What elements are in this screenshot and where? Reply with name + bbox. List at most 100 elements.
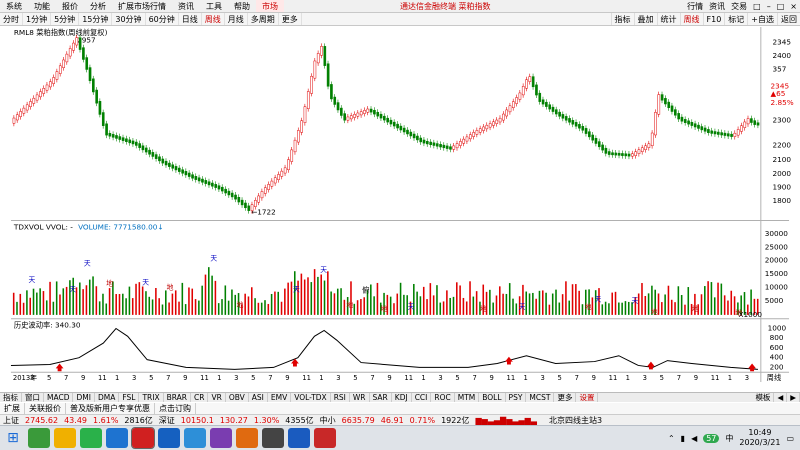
paint-app-icon[interactable] <box>184 428 206 448</box>
menu-item-help[interactable]: 帮助 <box>228 0 256 12</box>
period-1min[interactable]: 1分钟 <box>23 13 52 25</box>
volume-bar <box>403 294 405 315</box>
period-more[interactable]: 更多 <box>279 13 302 25</box>
indicator-button[interactable]: 指标 <box>610 13 634 25</box>
server-name[interactable]: 北京四线主站3 <box>546 415 605 425</box>
extend-tab[interactable]: 扩展 <box>0 403 25 414</box>
explorer-icon[interactable] <box>54 428 76 448</box>
ime-icon[interactable]: 中 <box>725 433 733 444</box>
candle-body <box>287 159 290 171</box>
trade-tab-button[interactable]: 交易 <box>728 0 750 12</box>
app-icon[interactable] <box>106 428 128 448</box>
indicator-tab[interactable]: MACD <box>44 393 74 402</box>
chart-app-icon[interactable] <box>158 428 180 448</box>
indicator-tab[interactable]: EMV <box>268 393 292 402</box>
candle-body <box>551 106 555 112</box>
sh-index-name[interactable]: 上证 <box>0 415 22 425</box>
period-weekly[interactable]: 周线 <box>202 13 225 25</box>
period-daily[interactable]: 日线 <box>179 13 202 25</box>
period-intraday[interactable]: 分时 <box>0 13 23 25</box>
indicator-tab[interactable]: DMI <box>73 393 95 402</box>
indicator-tab[interactable]: BOLL <box>479 393 506 402</box>
indicator-tab[interactable]: TRIX <box>139 393 164 402</box>
menu-item-tools[interactable]: 工具 <box>200 0 228 12</box>
indicator-tab[interactable]: 更多 <box>554 393 577 402</box>
quote-tab-button[interactable]: 行情 <box>684 0 706 12</box>
wechat-icon[interactable] <box>80 428 102 448</box>
red-app-icon[interactable] <box>314 428 336 448</box>
period-monthly[interactable]: 月线 <box>225 13 248 25</box>
indicator-tab[interactable]: FSL <box>119 393 140 402</box>
indicator-tab[interactable]: CR <box>191 393 209 402</box>
menu-item-function[interactable]: 功能 <box>28 0 56 12</box>
subscribe-link[interactable]: 点击订购 <box>155 403 196 414</box>
notification-icon[interactable]: ▭ <box>786 434 794 443</box>
indicator-tab[interactable]: VR <box>208 393 226 402</box>
blue-app-icon[interactable] <box>288 428 310 448</box>
stock-app-icon[interactable] <box>131 427 155 449</box>
mark-button[interactable]: 标记 <box>724 13 747 25</box>
menu-item-market[interactable]: 市场 <box>256 0 284 12</box>
volume-icon[interactable]: ◀ <box>691 434 697 443</box>
indicator-tab[interactable]: CCI <box>412 393 432 402</box>
maximize-icon[interactable]: □ <box>774 0 788 12</box>
related-quote-tab[interactable]: 关联报价 <box>25 403 66 414</box>
add-watchlist-button[interactable]: +自选 <box>747 13 777 25</box>
restore-icon[interactable]: □ <box>750 0 764 12</box>
chart-area[interactable]: RML8 菜粕指数(周线前复权) 2957 ←1722 2345 2400 35… <box>0 27 800 382</box>
zx-index-name[interactable]: 中小 <box>317 415 339 425</box>
notification-badge[interactable]: 57 <box>703 433 720 443</box>
sz-index-name[interactable]: 深证 <box>156 415 178 425</box>
indicator-tab[interactable]: WR <box>350 393 370 402</box>
news-tab-button[interactable]: 资讯 <box>706 0 728 12</box>
indicator-tab[interactable]: 设置 <box>576 393 599 402</box>
indicator-tab[interactable]: BRAR <box>164 393 192 402</box>
terminal-app-icon[interactable] <box>262 428 284 448</box>
network-icon[interactable]: ▮ <box>681 434 685 443</box>
indicator-tab[interactable]: 指标 <box>0 393 22 402</box>
indicator-tab[interactable]: 窗口 <box>22 393 44 402</box>
indicator-tab[interactable]: DMA <box>95 393 120 402</box>
period-multi[interactable]: 多周期 <box>248 13 279 25</box>
browser-icon[interactable] <box>28 428 50 448</box>
menu-item-ext-market[interactable]: 扩展市场行情 <box>112 0 172 12</box>
volume-bar <box>42 291 45 315</box>
indicator-tab[interactable]: ROC <box>431 393 455 402</box>
indicator-nav-button[interactable]: ▶ <box>787 393 800 402</box>
menu-item-analysis[interactable]: 分析 <box>84 0 112 12</box>
promo-text[interactable]: 普及版新用户专享优惠 <box>66 403 155 414</box>
close-icon[interactable]: × <box>787 0 800 12</box>
indicator-tab[interactable]: ASI <box>249 393 268 402</box>
indicator-nav-button[interactable]: ◀ <box>774 393 788 402</box>
indicator-tab[interactable]: KDJ <box>392 393 412 402</box>
indicator-nav-button[interactable]: 模板 <box>752 393 775 402</box>
menu-item-quote[interactable]: 报价 <box>56 0 84 12</box>
period-60min[interactable]: 60分钟 <box>146 13 179 25</box>
windows-start-icon[interactable]: ⊞ <box>2 428 24 448</box>
menu-item-system[interactable]: 系统 <box>0 0 28 12</box>
minimize-icon[interactable]: – <box>764 0 774 12</box>
indicator-tab[interactable]: RSI <box>331 393 350 402</box>
indicator-tab[interactable]: OBV <box>226 393 249 402</box>
media-app-icon[interactable] <box>210 428 232 448</box>
period-5min[interactable]: 5分钟 <box>51 13 80 25</box>
indicator-tab[interactable]: VOL-TDX <box>291 393 331 402</box>
indicator-tab[interactable]: MCST <box>526 393 555 402</box>
f10-button[interactable]: F10 <box>702 13 725 25</box>
system-clock[interactable]: 10:49 2020/3/21 <box>739 428 780 448</box>
indicator-tab[interactable]: PSY <box>506 393 527 402</box>
period-30min[interactable]: 30分钟 <box>112 13 146 25</box>
indicator-tab[interactable]: MTM <box>455 393 480 402</box>
candle-body <box>419 137 423 143</box>
indicator-tab[interactable]: SAR <box>370 393 392 402</box>
tool-app-icon[interactable] <box>236 428 258 448</box>
menu-item-news[interactable]: 资讯 <box>172 0 200 12</box>
period-15min[interactable]: 15分钟 <box>79 13 113 25</box>
back-button[interactable]: 返回 <box>777 13 800 25</box>
volume-bar <box>525 291 528 315</box>
time-axis-label: 11 <box>711 374 720 382</box>
stats-button[interactable]: 统计 <box>656 13 680 25</box>
overlay-button[interactable]: 叠加 <box>633 13 657 25</box>
weekly-button[interactable]: 周线 <box>679 13 703 25</box>
tray-chevron-icon[interactable]: ⌃ <box>668 434 675 443</box>
